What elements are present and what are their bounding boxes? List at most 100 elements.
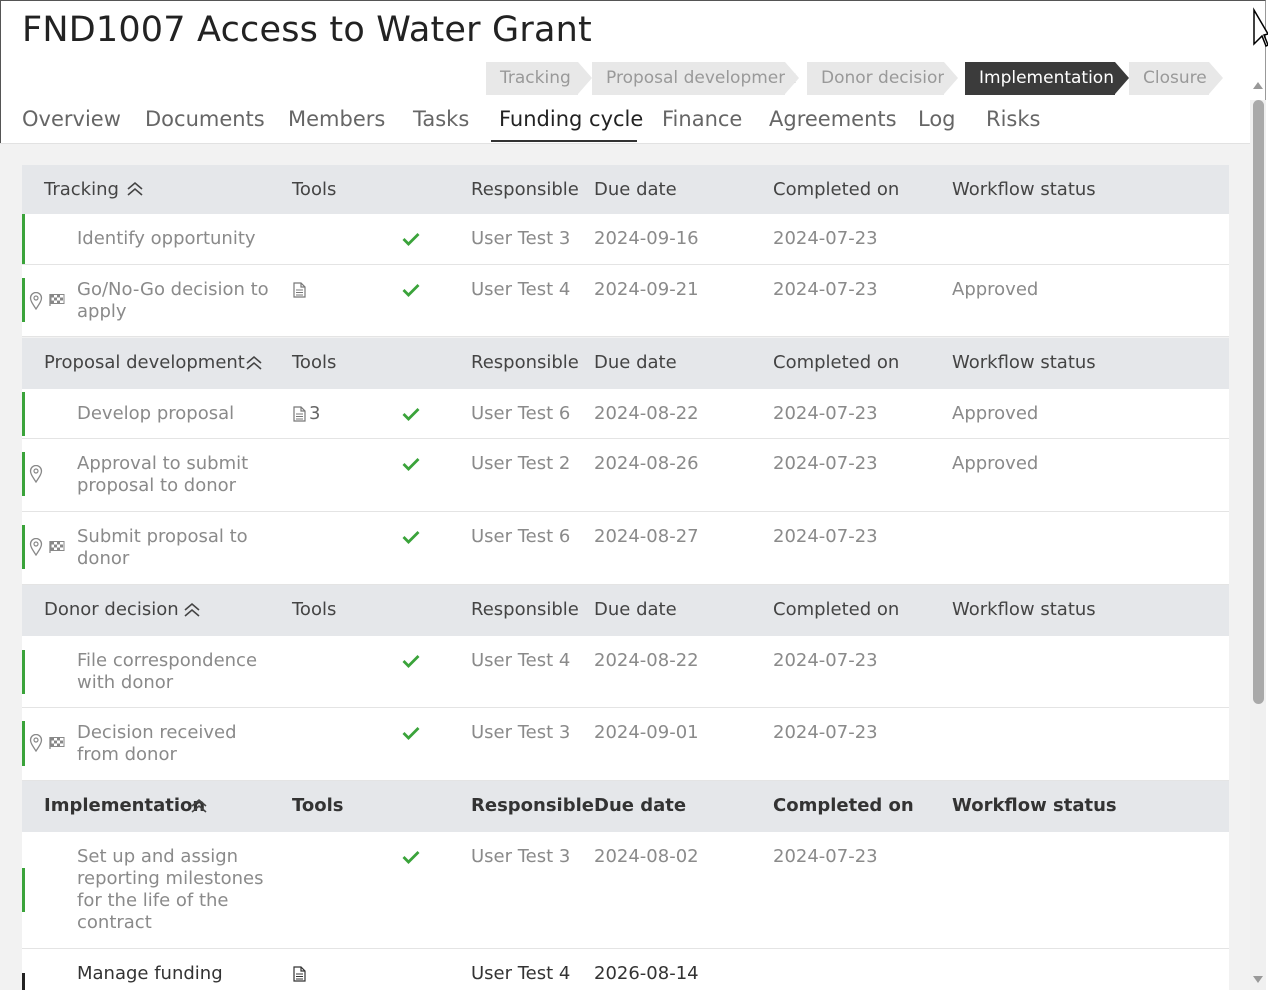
col-workflow-status: Workflow status — [952, 795, 1117, 816]
scroll-down-arrow-icon[interactable] — [1253, 976, 1263, 983]
due-date: 2026-08-14 — [594, 963, 699, 984]
checkered-flag-icon — [49, 294, 65, 306]
location-pin-icon — [29, 538, 43, 556]
tab-finance[interactable]: Finance — [662, 107, 742, 131]
section-title: Tracking — [44, 179, 119, 200]
checkmark-icon — [402, 408, 420, 421]
stage-closure[interactable]: Closure — [1129, 62, 1223, 95]
status-bar — [22, 392, 25, 436]
section-header-tracking: Tracking Tools Responsible Due date Comp… — [22, 165, 1229, 214]
task-row[interactable]: Go/No-Go decision to apply User Test 4 2… — [22, 265, 1229, 337]
checkmark-icon — [402, 233, 420, 246]
tab-bar: Overview Documents Members Tasks Funding… — [0, 100, 1250, 144]
task-row[interactable]: Develop proposal 3 User Test 6 2024-08-2… — [22, 389, 1229, 439]
due-date: 2024-08-27 — [594, 526, 699, 547]
responsible: User Test 3 — [471, 228, 571, 249]
document-count[interactable]: 3 — [309, 403, 320, 424]
checkered-flag-icon — [49, 737, 65, 749]
chevron-double-up-icon[interactable] — [183, 602, 201, 618]
checkmark-icon — [402, 284, 420, 297]
chevron-double-up-icon[interactable] — [190, 798, 208, 814]
status-bar — [22, 278, 25, 322]
due-date: 2024-08-22 — [594, 403, 699, 424]
page-title: FND1007 Access to Water Grant — [22, 10, 592, 50]
due-date: 2024-08-26 — [594, 453, 699, 474]
task-name[interactable]: Go/No-Go decision to apply — [77, 279, 277, 323]
stage-tracking[interactable]: Tracking — [486, 62, 592, 95]
task-row[interactable]: Identify opportunity User Test 3 2024-09… — [22, 214, 1229, 265]
section-header-implementation: Implementation Tools Responsible Due dat… — [22, 781, 1229, 832]
task-row[interactable]: Decision received from donor User Test 3… — [22, 708, 1229, 781]
task-row[interactable]: Submit proposal to donor User Test 6 202… — [22, 512, 1229, 585]
completed-on: 2024-07-23 — [773, 846, 878, 867]
task-name[interactable]: File correspondence with donor — [77, 650, 277, 694]
task-name[interactable]: Identify opportunity — [77, 228, 256, 249]
document-icon[interactable] — [293, 282, 306, 298]
col-completed-on: Completed on — [773, 352, 900, 373]
responsible: User Test 3 — [471, 722, 571, 743]
col-responsible: Responsible — [471, 179, 579, 200]
section-header-proposal-development: Proposal development Tools Responsible D… — [22, 338, 1229, 389]
checkmark-icon — [402, 655, 420, 668]
responsible: User Test 4 — [471, 279, 571, 300]
stage-proposal-development[interactable]: Proposal development — [592, 62, 799, 95]
due-date: 2024-09-21 — [594, 279, 699, 300]
col-tools: Tools — [292, 352, 337, 373]
tab-funding-cycle[interactable]: Funding cycle — [499, 107, 643, 131]
due-date: 2024-08-02 — [594, 846, 699, 867]
tab-risks[interactable]: Risks — [986, 107, 1040, 131]
col-tools: Tools — [292, 179, 337, 200]
col-workflow-status: Workflow status — [952, 599, 1096, 620]
scrollbar-thumb[interactable] — [1253, 100, 1264, 704]
section-title: Donor decision — [44, 599, 179, 620]
task-name[interactable]: Approval to submit proposal to donor — [77, 453, 277, 497]
task-name[interactable]: Decision received from donor — [77, 722, 277, 766]
task-name[interactable]: Submit proposal to donor — [77, 526, 277, 570]
col-completed-on: Completed on — [773, 599, 900, 620]
document-icon[interactable] — [293, 406, 306, 422]
stage-donor-decision[interactable]: Donor decision — [807, 62, 958, 95]
tab-documents[interactable]: Documents — [145, 107, 265, 131]
task-name[interactable]: Manage funding — [77, 963, 223, 984]
task-row[interactable]: File correspondence with donor User Test… — [22, 636, 1229, 708]
col-due-date: Due date — [594, 795, 687, 816]
checkmark-icon — [402, 851, 420, 864]
workflow-status: Approved — [952, 403, 1039, 424]
task-name[interactable]: Develop proposal — [77, 403, 234, 424]
responsible: User Test 6 — [471, 526, 571, 547]
chevron-double-up-icon[interactable] — [126, 181, 144, 197]
responsible: User Test 2 — [471, 453, 571, 474]
task-name[interactable]: Set up and assign reporting milestones f… — [77, 846, 267, 934]
document-icon[interactable] — [293, 966, 306, 982]
responsible: User Test 3 — [471, 846, 571, 867]
col-completed-on: Completed on — [773, 179, 900, 200]
workflow-status: Approved — [952, 453, 1039, 474]
task-row[interactable]: Approval to submit proposal to donor Use… — [22, 439, 1229, 512]
col-responsible: Responsible — [471, 795, 594, 816]
mouse-cursor-icon — [1253, 7, 1268, 48]
checkmark-icon — [402, 727, 420, 740]
scroll-up-arrow-icon[interactable] — [1253, 82, 1263, 89]
due-date: 2024-09-16 — [594, 228, 699, 249]
tab-agreements[interactable]: Agreements — [769, 107, 897, 131]
section-title: Implementation — [44, 795, 206, 816]
col-completed-on: Completed on — [773, 795, 914, 816]
responsible: User Test 4 — [471, 963, 571, 984]
responsible: User Test 4 — [471, 650, 571, 671]
active-tab-underline — [491, 140, 637, 142]
tab-overview[interactable]: Overview — [22, 107, 121, 131]
completed-on: 2024-07-23 — [773, 279, 878, 300]
stage-implementation[interactable]: Implementation — [965, 62, 1129, 95]
task-row[interactable]: Manage funding User Test 4 2026-08-14 — [22, 949, 1229, 990]
completed-on: 2024-07-23 — [773, 650, 878, 671]
chevron-double-up-icon[interactable] — [245, 355, 263, 371]
tab-members[interactable]: Members — [288, 107, 385, 131]
tab-tasks[interactable]: Tasks — [413, 107, 469, 131]
status-bar — [22, 650, 25, 694]
col-responsible: Responsible — [471, 599, 579, 620]
workflow-status: Approved — [952, 279, 1039, 300]
tab-log[interactable]: Log — [918, 107, 956, 131]
task-row[interactable]: Set up and assign reporting milestones f… — [22, 832, 1229, 949]
status-bar — [22, 452, 25, 496]
col-due-date: Due date — [594, 599, 677, 620]
